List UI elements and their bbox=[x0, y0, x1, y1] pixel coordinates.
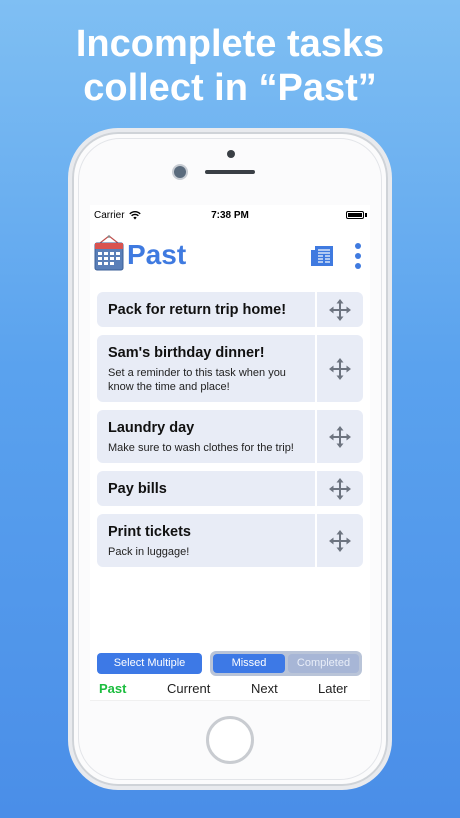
move-arrows-icon bbox=[329, 477, 351, 500]
tab-current[interactable]: Current bbox=[167, 681, 210, 696]
phone-frame: Carrier 7:38 PM Past Pack for return tri… bbox=[72, 132, 388, 786]
tab-later[interactable]: Later bbox=[318, 681, 348, 696]
drag-handle[interactable] bbox=[315, 514, 363, 567]
segment-missed[interactable]: Missed bbox=[213, 654, 285, 673]
task-title: Print tickets bbox=[108, 524, 191, 540]
move-arrows-icon bbox=[329, 298, 351, 321]
newspaper-icon[interactable] bbox=[310, 245, 334, 267]
calendar-icon[interactable] bbox=[94, 235, 124, 271]
move-arrows-icon bbox=[329, 357, 351, 380]
task-title: Laundry day bbox=[108, 420, 195, 436]
home-button[interactable] bbox=[206, 716, 254, 764]
tab-bar: Past Current Next Later bbox=[90, 681, 370, 701]
task-row[interactable]: Laundry day Make sure to wash clothes fo… bbox=[97, 410, 363, 463]
drag-handle[interactable] bbox=[315, 471, 363, 506]
status-bar: Carrier 7:38 PM bbox=[90, 205, 370, 225]
earpiece-speaker bbox=[205, 170, 255, 174]
headline-line-2: collect in “Past” bbox=[83, 67, 377, 109]
task-row[interactable]: Pay bills bbox=[97, 471, 363, 506]
headline-line-1: Incomplete tasks bbox=[75, 23, 385, 65]
battery-tip bbox=[365, 213, 367, 217]
task-note: Set a reminder to this task when you kno… bbox=[108, 367, 286, 393]
tab-next[interactable]: Next bbox=[251, 681, 278, 696]
sensor-dot bbox=[227, 150, 235, 158]
more-vertical-icon[interactable] bbox=[354, 243, 362, 269]
drag-handle[interactable] bbox=[315, 410, 363, 463]
task-row[interactable]: Print tickets Pack in luggage! bbox=[97, 514, 363, 567]
drag-handle[interactable] bbox=[315, 292, 363, 327]
drag-handle[interactable] bbox=[315, 335, 363, 402]
bottom-controls: Select Multiple Missed Completed Past Cu… bbox=[90, 649, 370, 701]
task-title: Sam's birthday dinner! bbox=[108, 345, 265, 361]
battery-icon bbox=[346, 211, 364, 219]
app-header: Past bbox=[90, 233, 370, 277]
task-title: Pack for return trip home! bbox=[108, 302, 287, 318]
task-row[interactable]: Sam's birthday dinner! Set a reminder to… bbox=[97, 335, 363, 402]
front-camera bbox=[174, 166, 186, 178]
task-title: Pay bills bbox=[108, 481, 167, 497]
app-screen: Carrier 7:38 PM Past Pack for return tri… bbox=[90, 205, 370, 701]
status-time: 7:38 PM bbox=[211, 210, 249, 221]
missed-completed-segmented-control: Missed Completed bbox=[210, 651, 362, 676]
move-arrows-icon bbox=[329, 529, 351, 552]
task-list: Pack for return trip home! Sam's birthda… bbox=[97, 292, 363, 575]
move-arrows-icon bbox=[329, 425, 351, 448]
task-note: Make sure to wash clothes for the trip! bbox=[108, 442, 294, 454]
task-note: Pack in luggage! bbox=[108, 546, 190, 558]
page-title: Past bbox=[127, 239, 187, 270]
tab-past[interactable]: Past bbox=[99, 681, 126, 696]
segment-completed[interactable]: Completed bbox=[288, 654, 359, 673]
select-multiple-button[interactable]: Select Multiple bbox=[97, 653, 202, 674]
promo-headline: Incomplete tasks collect in “Past” bbox=[0, 22, 460, 110]
task-row[interactable]: Pack for return trip home! bbox=[97, 292, 363, 327]
tab-bar-divider bbox=[90, 700, 370, 701]
